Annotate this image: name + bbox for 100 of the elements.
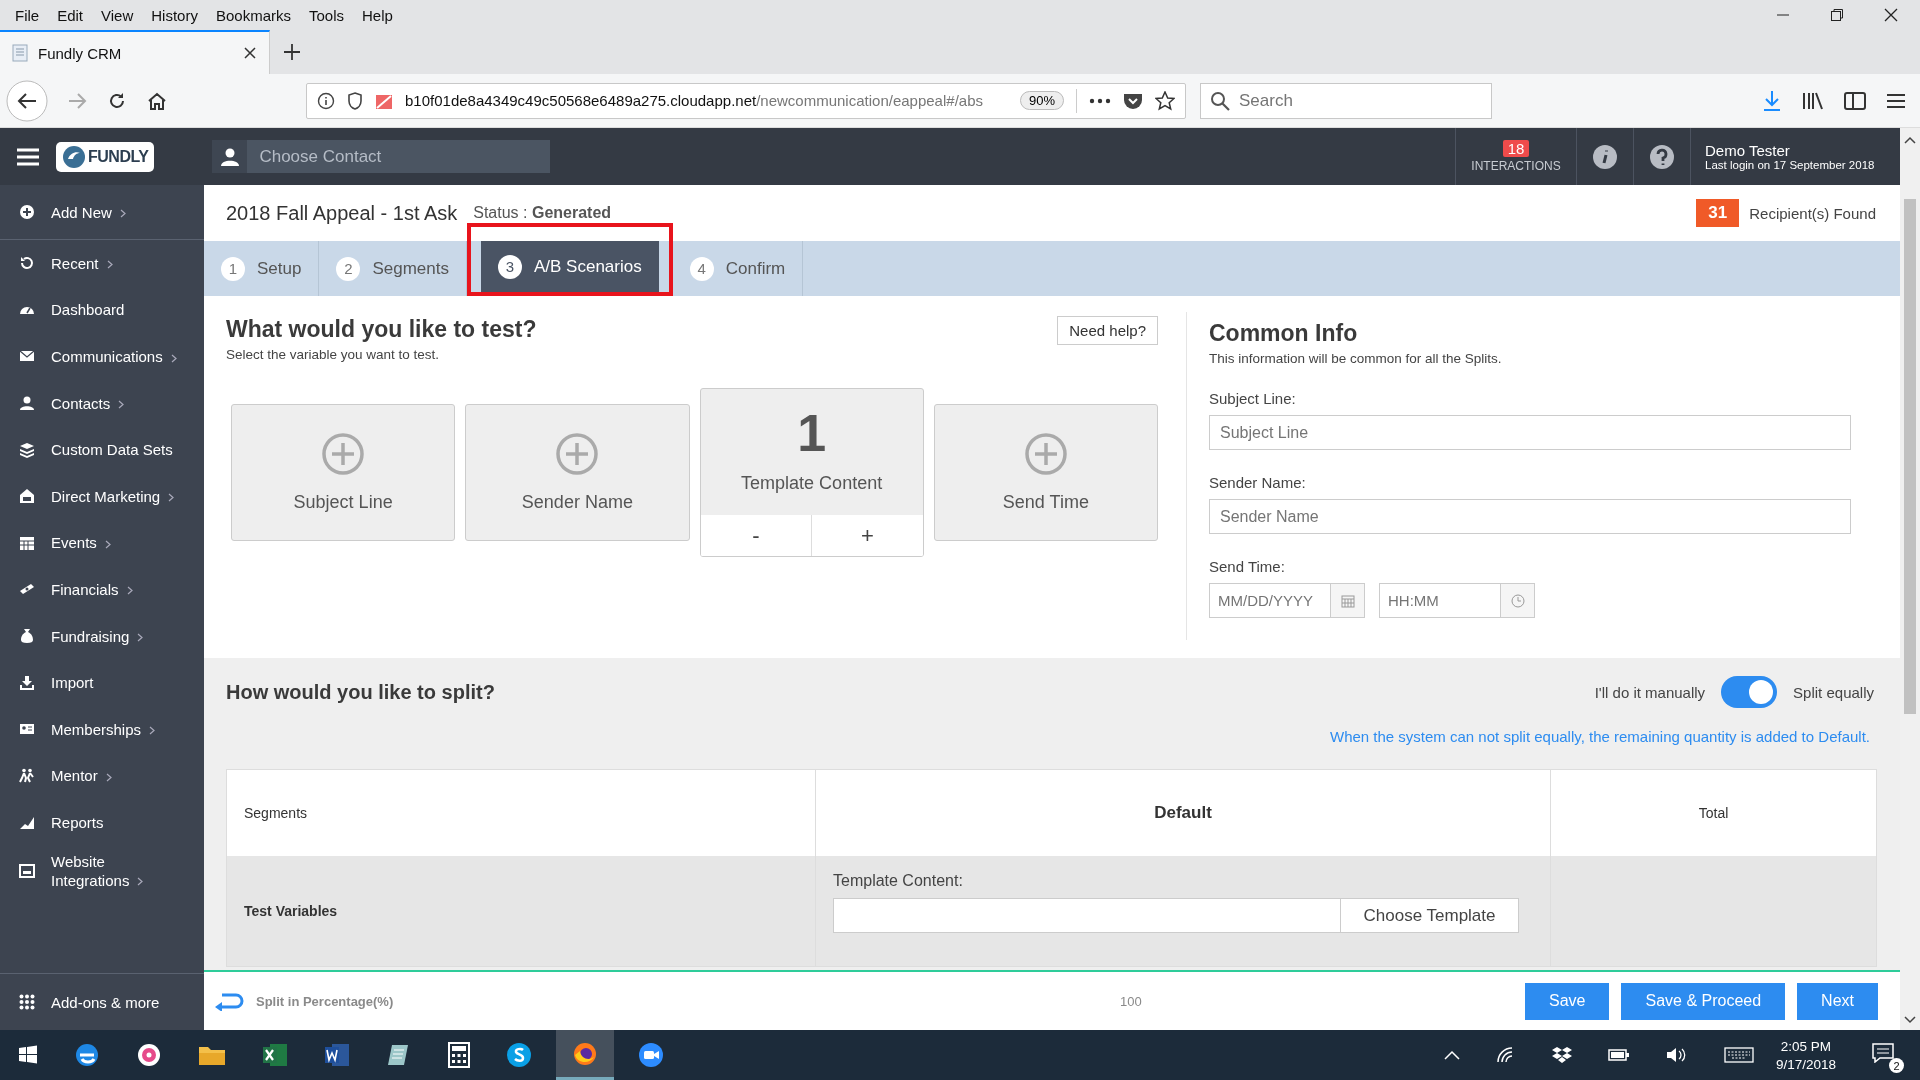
sidebar-item[interactable]: Dashboard xyxy=(0,286,204,334)
chevron-up-icon[interactable] xyxy=(1443,1050,1460,1060)
library-icon[interactable] xyxy=(1802,90,1824,111)
clock-date[interactable]: 9/17/2018 xyxy=(1775,1056,1836,1072)
back-button[interactable] xyxy=(6,79,48,122)
add-icon xyxy=(1023,432,1068,476)
fundly-logo[interactable]: FUNDLY xyxy=(56,141,155,172)
plus-circle-icon xyxy=(19,204,35,220)
menu-item[interactable]: View xyxy=(92,6,143,24)
variable-label: Sender Name xyxy=(521,492,633,513)
step-tab[interactable]: 3 A/B Scenarios xyxy=(481,241,659,292)
increment-button[interactable]: + xyxy=(811,515,923,556)
step-tab[interactable]: 1 Setup xyxy=(204,241,320,296)
field-label: Template Content: xyxy=(833,872,963,890)
sidebar-item[interactable]: Mentor xyxy=(0,752,204,800)
dropbox-icon[interactable] xyxy=(1551,1046,1572,1064)
variable-card[interactable]: Subject Line xyxy=(231,404,456,541)
menu-item[interactable]: History xyxy=(142,6,207,24)
video-call-icon[interactable] xyxy=(638,1042,664,1068)
browser-tab[interactable]: Fundly CRM xyxy=(0,30,270,74)
more-icon[interactable] xyxy=(1089,96,1111,105)
sidebar-item[interactable]: Fundraising xyxy=(0,612,204,660)
sidebar-item[interactable]: Financials xyxy=(0,566,204,613)
calendar-icon xyxy=(19,534,35,551)
new-tab-icon[interactable] xyxy=(282,42,302,62)
spreadsheet-app-icon[interactable] xyxy=(262,1042,288,1068)
help-icon[interactable] xyxy=(1649,143,1675,170)
sidebar-item[interactable]: Direct Marketing xyxy=(0,472,204,520)
step-tab[interactable]: 4 Confirm xyxy=(672,241,804,296)
text-field[interactable]: Sender Name xyxy=(1209,499,1851,534)
sidebar-item[interactable]: Reports xyxy=(0,799,204,846)
keyboard-icon[interactable] xyxy=(1723,1047,1754,1063)
menu-item[interactable]: Help xyxy=(353,6,402,24)
variable-card[interactable]: Sender Name xyxy=(465,404,690,541)
field-label: Subject Line: xyxy=(1209,390,1297,407)
info-icon[interactable] xyxy=(317,91,335,110)
choose-template-button[interactable]: Choose Template xyxy=(1341,898,1519,933)
calculator-icon[interactable] xyxy=(448,1042,470,1068)
variable-card[interactable]: Send Time xyxy=(933,404,1158,541)
menu-item[interactable]: Edit xyxy=(48,6,93,24)
shield-icon[interactable] xyxy=(347,91,363,110)
variable-count: 1 xyxy=(797,407,827,459)
address-bar[interactable]: b10f01de8a4349c49c50568e6489a275.cloudapp.net/newcommunication/eappeal#/abs 90% xyxy=(306,82,1186,119)
restore-icon[interactable] xyxy=(1830,8,1844,22)
close-tab-icon[interactable] xyxy=(243,46,257,60)
sidebar-item[interactable]: Communications xyxy=(0,333,204,380)
taskbar-button[interactable] xyxy=(556,1030,614,1080)
back-arrow-icon[interactable] xyxy=(214,991,244,1011)
menu-icon[interactable] xyxy=(16,146,40,167)
text-field[interactable]: Subject Line xyxy=(1209,415,1851,450)
windows-start-icon[interactable] xyxy=(18,1045,38,1065)
close-icon[interactable] xyxy=(1884,8,1898,22)
menu-item[interactable]: Bookmarks xyxy=(206,6,300,24)
menu-item[interactable]: File xyxy=(6,6,49,24)
running-figures-icon xyxy=(19,767,35,784)
help-button[interactable]: Need help? xyxy=(1057,316,1158,345)
zoom-level[interactable]: 90% xyxy=(1019,91,1064,110)
sidebar-item[interactable]: Custom Data Sets xyxy=(0,426,204,473)
add-icon xyxy=(321,432,366,476)
window-icon xyxy=(19,862,35,879)
date-field[interactable]: MM/DD/YYYY xyxy=(1209,583,1331,618)
browser-search-field[interactable]: Search xyxy=(1200,82,1492,119)
star-icon[interactable] xyxy=(1155,90,1175,111)
status-text: Status : Generated xyxy=(473,204,612,222)
choose-contact-field[interactable]: Choose Contact xyxy=(247,140,551,173)
menu-item[interactable]: Tools xyxy=(300,6,353,24)
music-app-icon[interactable] xyxy=(136,1042,162,1068)
notification-icon[interactable] xyxy=(1872,1043,1894,1063)
menu-icon[interactable] xyxy=(1886,91,1906,110)
toggle-switch[interactable] xyxy=(1721,676,1778,708)
recipient-label: Recipient(s) Found xyxy=(1749,204,1876,222)
fox-browser-icon xyxy=(572,1040,598,1067)
scroll-down-icon[interactable] xyxy=(1904,1016,1916,1024)
step-tab[interactable]: 2 Segments xyxy=(319,241,467,296)
chat-app-icon[interactable] xyxy=(506,1042,532,1068)
sidebar-item[interactable]: Import xyxy=(0,659,204,706)
battery-icon[interactable] xyxy=(1607,1048,1630,1062)
word-processor-icon[interactable] xyxy=(324,1042,350,1068)
scrollbar[interactable] xyxy=(1900,185,1920,1030)
sidebar-item[interactable]: Contacts xyxy=(0,379,204,427)
table-cell: 100 xyxy=(1120,993,1142,1009)
variable-label: Send Time xyxy=(1002,492,1089,513)
sidebar-item[interactable]: Events xyxy=(0,519,204,567)
pocket-icon[interactable] xyxy=(1123,91,1143,110)
money-bag-icon xyxy=(19,628,35,645)
edge-browser-icon[interactable] xyxy=(74,1042,100,1068)
sidebar-icon[interactable] xyxy=(1844,90,1866,111)
toggle-label: Split equally xyxy=(1793,683,1874,701)
info-icon[interactable] xyxy=(1592,143,1618,170)
clock-time[interactable]: 2:05 PM xyxy=(1780,1038,1832,1054)
template-field[interactable] xyxy=(833,898,1341,933)
download-icon[interactable] xyxy=(1762,89,1782,112)
stack-icon xyxy=(19,441,35,458)
section-title: How would you like to split? xyxy=(226,680,495,704)
sidebar-item[interactable]: Memberships xyxy=(0,705,204,753)
time-field[interactable]: HH:MM xyxy=(1379,583,1501,618)
sidebar-item[interactable]: Recent xyxy=(0,240,204,287)
scroll-up-icon[interactable] xyxy=(1904,136,1916,144)
sidebar-item[interactable]: Website Integrations xyxy=(0,845,204,896)
speaker-icon[interactable] xyxy=(1665,1046,1688,1064)
